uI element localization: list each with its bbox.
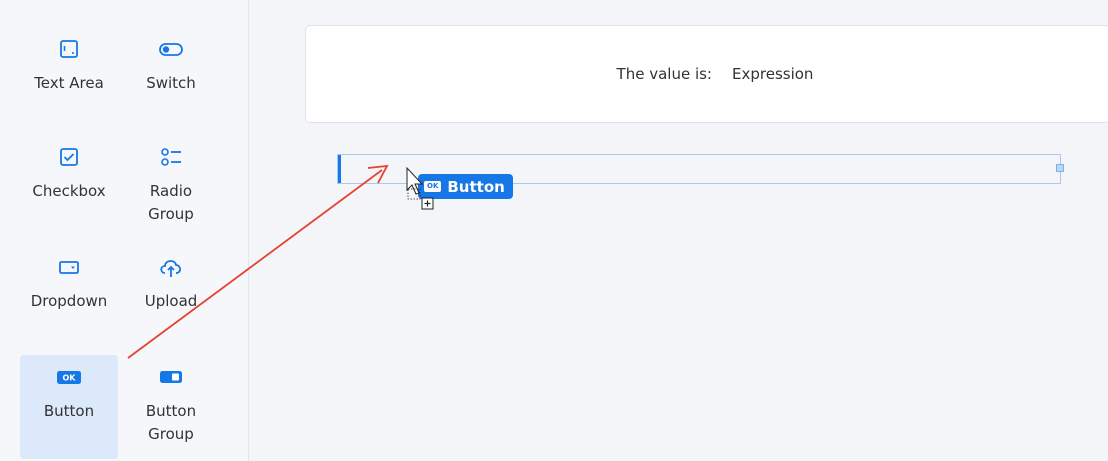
upload-icon: [160, 260, 182, 277]
switch-icon: [159, 43, 183, 56]
sidebar-item-radio-group[interactable]: Radio Group: [122, 146, 220, 226]
sidebar-item-dropdown[interactable]: Dropdown: [20, 256, 118, 313]
sidebar-item-label: Button: [43, 402, 95, 420]
sidebar-item-label: Button Group: [145, 402, 197, 443]
sidebar-item-label: Upload: [144, 292, 198, 310]
value-expression: Expression: [732, 65, 814, 83]
form-canvas[interactable]: The value is: Expression: [249, 0, 1108, 461]
checkbox-icon: [60, 148, 78, 166]
sidebar-item-label: Checkbox: [32, 182, 106, 200]
sidebar-item-label: Radio Group: [148, 182, 194, 223]
sidebar-item-label: Dropdown: [30, 292, 108, 310]
sidebar-item-upload[interactable]: Upload: [122, 256, 220, 313]
sidebar-item-label: Switch: [146, 74, 196, 92]
insertion-caret: [338, 155, 341, 183]
button-group-icon: [160, 371, 182, 383]
component-sidebar: Text Area Switch Checkbox Radio Group Dr…: [0, 0, 249, 461]
radio-group-icon: [161, 148, 181, 166]
ok-mini-icon: OK: [424, 181, 442, 192]
sidebar-item-text-area[interactable]: Text Area: [20, 38, 118, 95]
ok-button-icon: OK: [57, 371, 81, 384]
value-display-card[interactable]: The value is: Expression: [305, 25, 1108, 123]
text-area-icon: [60, 40, 78, 58]
sidebar-item-label: Text Area: [34, 74, 104, 92]
resize-handle[interactable]: [1056, 164, 1064, 172]
value-label: The value is:: [616, 65, 712, 83]
dropdown-icon: [59, 261, 79, 274]
drag-preview-button: OK Button: [418, 174, 513, 199]
sidebar-item-checkbox[interactable]: Checkbox: [20, 146, 118, 203]
svg-text:OK: OK: [63, 374, 77, 383]
drag-preview-label: Button: [447, 177, 505, 196]
sidebar-item-button-group[interactable]: Button Group: [122, 366, 220, 446]
sidebar-item-switch[interactable]: Switch: [122, 38, 220, 95]
sidebar-item-button[interactable]: OK Button: [20, 355, 118, 459]
